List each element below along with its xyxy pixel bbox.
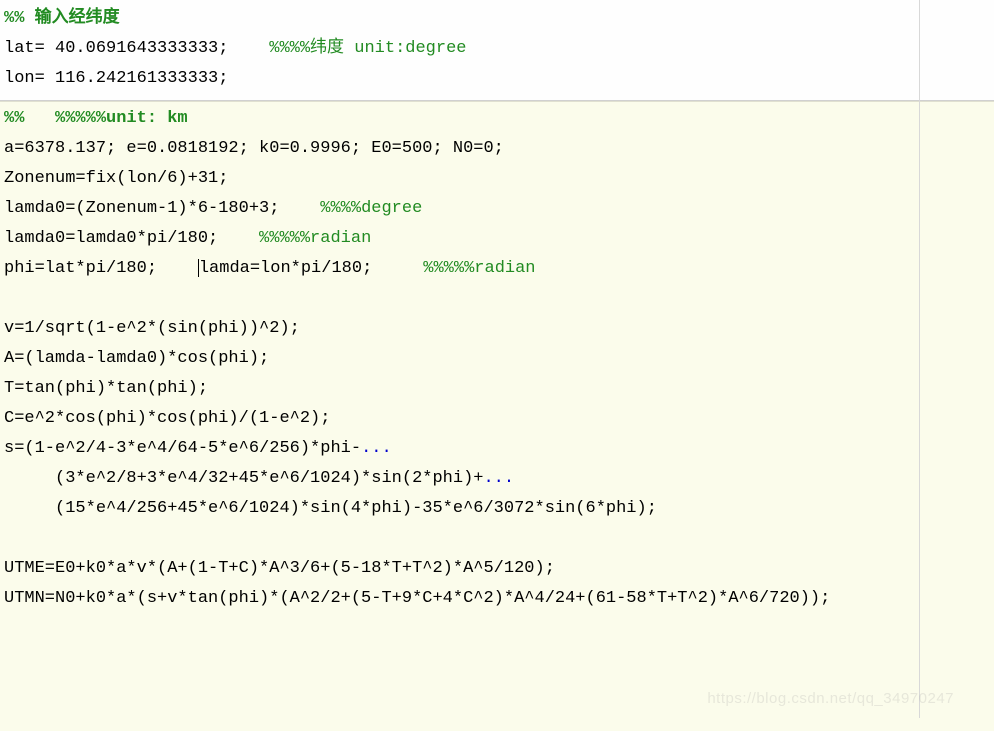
blank-line: [4, 529, 14, 548]
code-text: A=(lamda-lamda0)*cos(phi);: [4, 349, 269, 368]
code-line[interactable]: [4, 284, 990, 314]
code-line[interactable]: C=e^2*cos(phi)*cos(phi)/(1-e^2);: [4, 404, 990, 434]
code-text: lat= 40.0691643333333;: [4, 39, 269, 58]
code-line[interactable]: (15*e^4/256+45*e^6/1024)*sin(4*phi)-35*e…: [4, 494, 990, 524]
comment-text: %%%%%radian: [423, 259, 535, 278]
vertical-divider: [919, 0, 920, 718]
code-text: phi=lat*pi/180;: [4, 259, 198, 278]
code-text: C=e^2*cos(phi)*cos(phi)/(1-e^2);: [4, 409, 330, 428]
code-line[interactable]: lamda0=(Zonenum-1)*6-180+3; %%%%degree: [4, 194, 990, 224]
code-text: Zonenum=fix(lon/6)+31;: [4, 169, 228, 188]
section-token: %% %%%%%unit: km: [4, 109, 188, 128]
code-text: (15*e^4/256+45*e^6/1024)*sin(4*phi)-35*e…: [4, 499, 657, 518]
code-text: (3*e^2/8+3*e^4/32+45*e^6/1024)*sin(2*phi…: [4, 469, 483, 488]
code-line[interactable]: A=(lamda-lamda0)*cos(phi);: [4, 344, 990, 374]
comment-text: %%%%degree: [320, 199, 422, 218]
code-line[interactable]: Zonenum=fix(lon/6)+31;: [4, 164, 990, 194]
code-line[interactable]: UTMN=N0+k0*a*(s+v*tan(phi)*(A^2/2+(5-T+9…: [4, 584, 990, 614]
code-line[interactable]: a=6378.137; e=0.0818192; k0=0.9996; E0=5…: [4, 134, 990, 164]
code-line[interactable]: s=(1-e^2/4-3*e^4/64-5*e^6/256)*phi-...: [4, 434, 990, 464]
code-line[interactable]: [4, 524, 990, 554]
section-token: %% 输入经纬度: [4, 9, 120, 28]
code-text: UTME=E0+k0*a*v*(A+(1-T+C)*A^3/6+(5-18*T+…: [4, 559, 555, 578]
comment-text: %%%%纬度 unit:degree: [269, 39, 466, 58]
code-line[interactable]: lat= 40.0691643333333; %%%%纬度 unit:degre…: [4, 34, 990, 64]
code-line[interactable]: lon= 116.242161333333;: [4, 64, 990, 94]
code-text: a=6378.137; e=0.0818192; k0=0.9996; E0=5…: [4, 139, 504, 158]
code-line[interactable]: lamda0=lamda0*pi/180; %%%%%radian: [4, 224, 990, 254]
code-line[interactable]: v=1/sqrt(1-e^2*(sin(phi))^2);: [4, 314, 990, 344]
blank-line: [4, 289, 14, 308]
code-line[interactable]: UTME=E0+k0*a*v*(A+(1-T+C)*A^3/6+(5-18*T+…: [4, 554, 990, 584]
code-text: v=1/sqrt(1-e^2*(sin(phi))^2);: [4, 319, 300, 338]
code-line[interactable]: %% %%%%%unit: km: [4, 104, 990, 134]
code-text: T=tan(phi)*tan(phi);: [4, 379, 208, 398]
code-text: UTMN=N0+k0*a*(s+v*tan(phi)*(A^2/2+(5-T+9…: [4, 589, 830, 608]
code-cell-2[interactable]: %% %%%%%unit: km a=6378.137; e=0.0818192…: [0, 101, 994, 731]
code-text: s=(1-e^2/4-3*e^4/64-5*e^6/256)*phi-: [4, 439, 361, 458]
code-text: lamda0=(Zonenum-1)*6-180+3;: [4, 199, 320, 218]
code-cell-1[interactable]: %% 输入经纬度 lat= 40.0691643333333; %%%%纬度 u…: [0, 0, 994, 101]
code-text: lamda=lon*pi/180;: [199, 259, 423, 278]
continuation-token: ...: [361, 439, 392, 458]
comment-text: %%%%%radian: [259, 229, 371, 248]
code-text: lon= 116.242161333333;: [4, 69, 228, 88]
continuation-token: ...: [483, 469, 514, 488]
code-line[interactable]: %% 输入经纬度: [4, 4, 990, 34]
code-line[interactable]: phi=lat*pi/180; lamda=lon*pi/180; %%%%%r…: [4, 254, 990, 284]
code-line[interactable]: T=tan(phi)*tan(phi);: [4, 374, 990, 404]
code-line[interactable]: (3*e^2/8+3*e^4/32+45*e^6/1024)*sin(2*phi…: [4, 464, 990, 494]
code-text: lamda0=lamda0*pi/180;: [4, 229, 259, 248]
